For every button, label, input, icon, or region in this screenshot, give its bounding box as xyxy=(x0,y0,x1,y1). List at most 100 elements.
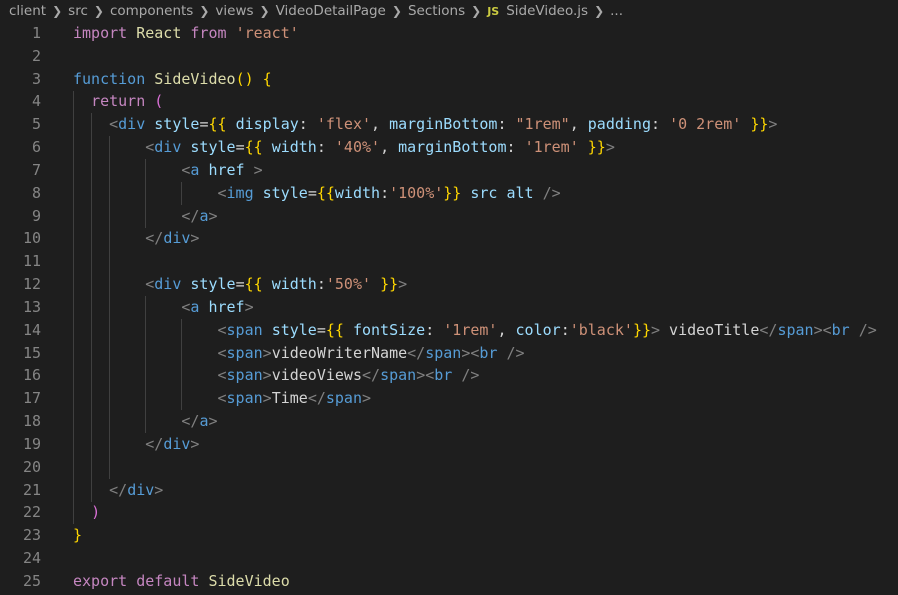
code-line[interactable]: 4 return ( xyxy=(0,90,898,113)
code-token: marginBottom xyxy=(389,115,498,134)
code-token: > xyxy=(262,389,272,408)
code-line[interactable]: 3 function SideVideo() { xyxy=(0,68,898,91)
breadcrumb-item-components[interactable]: components xyxy=(110,3,193,19)
code-token: br xyxy=(479,343,498,362)
code-line[interactable]: 9 </a> xyxy=(0,205,898,228)
code-token: {{ xyxy=(208,115,227,134)
code-token: : xyxy=(316,138,335,157)
code-editor[interactable]: client ❯ src ❯ components ❯ views ❯ Vide… xyxy=(0,0,898,595)
line-number: 2 xyxy=(31,46,41,65)
code-token: span xyxy=(380,366,417,385)
chevron-right-icon: ❯ xyxy=(93,4,104,18)
code-token: 'react' xyxy=(235,24,299,42)
code-token: > xyxy=(208,412,218,431)
code-area[interactable]: 1 import React from 'react' 2 3 function Sid… xyxy=(0,22,898,593)
code-line[interactable]: 2 xyxy=(0,45,898,68)
code-line[interactable]: 8 <img style={{width:'100%'}} src alt /> xyxy=(0,182,898,205)
code-token: '100%' xyxy=(389,183,444,202)
code-token: style xyxy=(190,138,236,157)
chevron-right-icon: ❯ xyxy=(52,4,63,18)
breadcrumb-item-file[interactable]: SideVideo.js xyxy=(506,3,588,19)
code-token: > xyxy=(190,434,200,453)
code-token: = xyxy=(316,320,326,339)
line-number: 5 xyxy=(31,115,41,134)
code-line[interactable]: 12 <div style={{ width:'50%' }}> xyxy=(0,273,898,296)
code-token: "1rem" xyxy=(515,115,570,134)
breadcrumb-item-sections[interactable]: Sections xyxy=(408,3,465,19)
line-number: 13 xyxy=(22,297,41,316)
code-line[interactable]: 5 <div style={{ display: 'flex', marginB… xyxy=(0,113,898,136)
code-token: /> xyxy=(506,343,525,362)
code-line[interactable]: 24 xyxy=(0,547,898,570)
code-line[interactable]: 11 xyxy=(0,250,898,273)
chevron-right-icon: ❯ xyxy=(199,4,210,18)
line-content: <a href > xyxy=(73,159,262,182)
line-number: 3 xyxy=(31,69,41,88)
code-token: span xyxy=(325,389,362,408)
code-line[interactable]: 14 <span style={{ fontSize: '1rem', colo… xyxy=(0,319,898,342)
code-line[interactable]: 15 <span>videoWriterName</span><br /> xyxy=(0,342,898,365)
code-token: < xyxy=(145,138,155,157)
line-number: 4 xyxy=(31,92,41,111)
code-token: : xyxy=(298,115,317,134)
breadcrumb-item-src[interactable]: src xyxy=(68,3,88,19)
code-token: '0 2rem' xyxy=(669,115,742,134)
code-line[interactable]: 21 </div> xyxy=(0,479,898,502)
line-number: 6 xyxy=(31,138,41,157)
breadcrumb-symbols-ellipsis[interactable]: ... xyxy=(610,3,623,19)
code-line[interactable]: 16 <span>videoViews</span><br /> xyxy=(0,364,898,387)
code-token: , xyxy=(380,138,399,157)
code-token: alt xyxy=(506,183,534,202)
indent-guide xyxy=(73,90,74,525)
code-line[interactable]: 25 export default SideVideo xyxy=(0,570,898,593)
chevron-right-icon: ❯ xyxy=(471,4,482,18)
line-content: <div style={{ display: 'flex', marginBot… xyxy=(73,113,777,136)
code-line[interactable]: 17 <span>Time</span> xyxy=(0,387,898,410)
code-line[interactable]: 22 ) xyxy=(0,501,898,524)
code-token: }} xyxy=(380,275,399,294)
breadcrumb-item-views[interactable]: views xyxy=(215,3,253,19)
line-number: 7 xyxy=(31,160,41,179)
code-line[interactable]: 7 <a href > xyxy=(0,159,898,182)
code-line[interactable]: 18 </a> xyxy=(0,410,898,433)
code-token: () xyxy=(235,69,254,88)
code-token: React xyxy=(136,24,182,42)
code-token: </ xyxy=(145,434,164,453)
code-token: style xyxy=(154,115,200,134)
code-token: /> xyxy=(461,366,480,385)
code-token: '1rem' xyxy=(524,138,579,157)
indent-guide xyxy=(181,181,183,205)
code-line[interactable]: 10 </div> xyxy=(0,227,898,250)
breadcrumb-item-videodetailpage[interactable]: VideoDetailPage xyxy=(276,3,386,19)
breadcrumb-item-client[interactable]: client xyxy=(9,3,46,19)
line-number: 25 xyxy=(22,571,41,590)
line-number: 14 xyxy=(22,320,41,339)
code-token: img xyxy=(226,183,254,202)
code-token: > xyxy=(398,275,408,294)
code-token: default xyxy=(136,571,200,590)
indent-guide xyxy=(145,296,147,434)
code-token: >< xyxy=(461,343,480,362)
code-token: > xyxy=(262,343,272,362)
code-line[interactable]: 1 import React from 'react' xyxy=(0,22,898,45)
code-line[interactable]: 6 <div style={{ width: '40%', marginBott… xyxy=(0,136,898,159)
code-token: span xyxy=(226,366,263,385)
code-token: /> xyxy=(858,320,877,339)
code-line[interactable]: 13 <a href> xyxy=(0,296,898,319)
code-token: from xyxy=(190,24,227,42)
code-token: {{ xyxy=(325,320,344,339)
code-token: videoWriterName xyxy=(271,343,408,362)
code-token: ( xyxy=(154,92,164,111)
line-number: 1 xyxy=(31,24,41,42)
code-token: padding xyxy=(587,115,651,134)
code-line[interactable]: 23} xyxy=(0,524,898,547)
code-token: </ xyxy=(109,480,128,499)
code-line[interactable]: 20 xyxy=(0,456,898,479)
code-line[interactable]: 19 </div> xyxy=(0,433,898,456)
